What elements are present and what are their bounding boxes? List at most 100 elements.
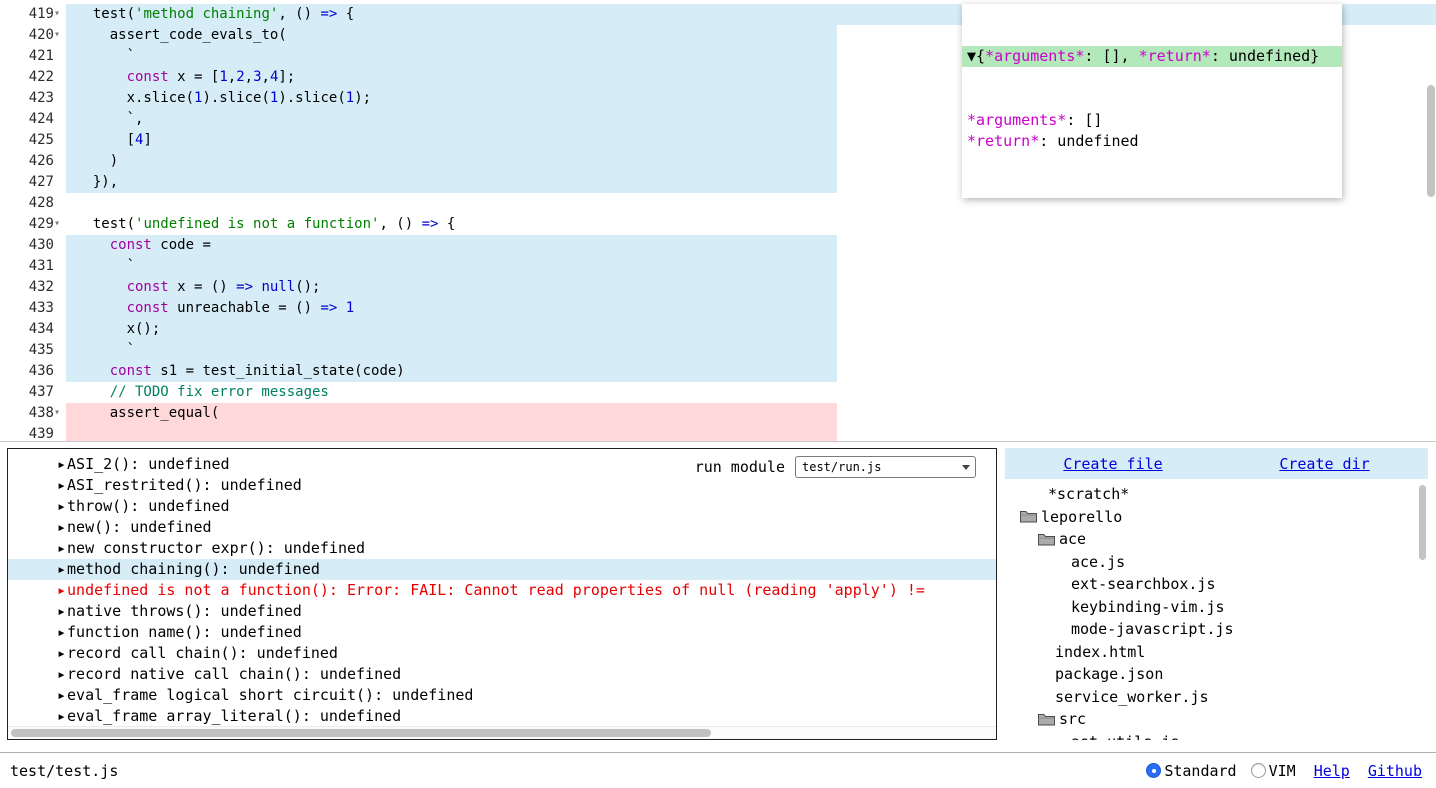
code-line-text[interactable]: `	[66, 340, 1436, 361]
line-number[interactable]: 431	[0, 256, 66, 277]
console-scrollbar-thumb[interactable]	[11, 729, 711, 737]
code-line-text[interactable]: assert_equal(	[66, 403, 1436, 424]
code-line-436[interactable]: 436 const s1 = test_initial_state(code)	[0, 361, 1436, 382]
fold-marker-icon[interactable]: ▾	[54, 403, 66, 424]
code-line-text[interactable]: const unreachable = () => 1	[66, 298, 1436, 319]
code-editor[interactable]: 419▾ test('method chaining', () => {420▾…	[0, 0, 1436, 442]
line-number[interactable]: 435	[0, 340, 66, 361]
code-line-text[interactable]: // TODO fix error messages	[66, 382, 1436, 403]
line-number[interactable]: 420▾	[0, 25, 66, 46]
line-number[interactable]: 430	[0, 235, 66, 256]
create-file-link[interactable]: Create file	[1063, 455, 1162, 473]
expand-triangle-icon[interactable]: ▸	[57, 623, 66, 641]
file-item[interactable]: *scratch*	[1005, 483, 1428, 506]
code-line-text[interactable]: const s1 = test_initial_state(code)	[66, 361, 1436, 382]
expand-triangle-icon[interactable]: ▸	[57, 686, 66, 704]
help-link[interactable]: Help	[1314, 762, 1350, 780]
fold-marker-icon[interactable]: ▾	[54, 4, 66, 25]
expand-triangle-icon[interactable]: ▸	[57, 518, 66, 536]
code-line-430[interactable]: 430 const code =	[0, 235, 1436, 256]
editor-scrollbar[interactable]	[1425, 0, 1436, 442]
line-number[interactable]: 427	[0, 172, 66, 193]
code-line-text[interactable]: `	[66, 256, 1436, 277]
code-line-text[interactable]: const code =	[66, 235, 1436, 256]
file-item[interactable]: mode-javascript.js	[1005, 618, 1428, 641]
expand-triangle-icon[interactable]: ▸	[57, 539, 66, 557]
test-result-row[interactable]: ▸native throws(): undefined	[8, 601, 996, 622]
file-item[interactable]: ast_utils.js	[1005, 731, 1428, 741]
file-item[interactable]: index.html	[1005, 641, 1428, 664]
fold-marker-icon[interactable]: ▾	[54, 25, 66, 46]
expand-triangle-icon[interactable]: ▸	[57, 476, 66, 494]
code-line-437[interactable]: 437 // TODO fix error messages	[0, 382, 1436, 403]
line-number[interactable]: 422	[0, 67, 66, 88]
editor-scrollbar-thumb[interactable]	[1427, 85, 1435, 197]
code-line-429[interactable]: 429▾ test('undefined is not a function',…	[0, 214, 1436, 235]
code-line-text[interactable]: x();	[66, 319, 1436, 340]
expand-triangle-icon[interactable]: ▸	[57, 497, 66, 515]
file-item[interactable]: ext-searchbox.js	[1005, 573, 1428, 596]
fold-marker-icon[interactable]: ▾	[54, 214, 66, 235]
github-link[interactable]: Github	[1368, 762, 1422, 780]
test-result-row[interactable]: ▸undefined is not a function(): Error: F…	[8, 580, 996, 601]
line-number[interactable]: 428	[0, 193, 66, 214]
line-number[interactable]: 438▾	[0, 403, 66, 424]
files-scrollbar-thumb[interactable]	[1419, 485, 1426, 560]
test-result-row[interactable]: ▸throw(): undefined	[8, 496, 996, 517]
radio-unselected-icon[interactable]	[1251, 763, 1266, 778]
test-result-row[interactable]: ▸eval_frame logical short circuit(): und…	[8, 685, 996, 706]
code-line-439[interactable]: 439	[0, 424, 1436, 442]
line-number[interactable]: 433	[0, 298, 66, 319]
code-line-text[interactable]: test('undefined is not a function', () =…	[66, 214, 1436, 235]
line-number[interactable]: 425	[0, 130, 66, 151]
line-number[interactable]: 421	[0, 46, 66, 67]
expand-triangle-icon[interactable]: ▸	[57, 665, 66, 683]
code-line-text[interactable]	[66, 424, 1436, 442]
console-horizontal-scrollbar[interactable]	[8, 726, 996, 739]
expand-triangle-icon[interactable]: ▸	[57, 581, 66, 599]
keybinding-option-vim[interactable]: VIM	[1251, 762, 1296, 780]
test-result-row[interactable]: ▸record call chain(): undefined	[8, 643, 996, 664]
line-number[interactable]: 436	[0, 361, 66, 382]
code-line-438[interactable]: 438▾ assert_equal(	[0, 403, 1436, 424]
code-line-432[interactable]: 432 const x = () => null();	[0, 277, 1436, 298]
folder-item[interactable]: leporello	[1005, 506, 1428, 529]
code-line-431[interactable]: 431 `	[0, 256, 1436, 277]
test-result-row[interactable]: ▸record native call chain(): undefined	[8, 664, 996, 685]
test-result-row[interactable]: ▸function name(): undefined	[8, 622, 996, 643]
file-item[interactable]: service_worker.js	[1005, 686, 1428, 709]
test-result-row[interactable]: ▸new constructor expr(): undefined	[8, 538, 996, 559]
line-number[interactable]: 429▾	[0, 214, 66, 235]
line-number[interactable]: 434	[0, 319, 66, 340]
file-item[interactable]: ace.js	[1005, 551, 1428, 574]
code-line-434[interactable]: 434 x();	[0, 319, 1436, 340]
folder-item[interactable]: ace	[1005, 528, 1428, 551]
test-result-row[interactable]: ▸method chaining(): undefined	[8, 559, 996, 580]
expand-triangle-icon[interactable]: ▸	[57, 644, 66, 662]
folder-item[interactable]: src	[1005, 708, 1428, 731]
files-scrollbar[interactable]	[1417, 448, 1428, 740]
test-result-row[interactable]: ▸eval_frame array_literal(): undefined	[8, 706, 996, 727]
line-number[interactable]: 419▾	[0, 4, 66, 25]
expand-triangle-icon[interactable]: ▸	[57, 602, 66, 620]
line-number[interactable]: 426	[0, 151, 66, 172]
line-number[interactable]: 423	[0, 88, 66, 109]
line-number[interactable]: 432	[0, 277, 66, 298]
keybinding-option-standard[interactable]: Standard	[1146, 762, 1236, 780]
line-number[interactable]: 439	[0, 424, 66, 442]
code-line-435[interactable]: 435 `	[0, 340, 1436, 361]
line-number[interactable]: 424	[0, 109, 66, 130]
file-item[interactable]: package.json	[1005, 663, 1428, 686]
code-line-433[interactable]: 433 const unreachable = () => 1	[0, 298, 1436, 319]
expand-triangle-icon[interactable]: ▸	[57, 560, 66, 578]
line-number[interactable]: 437	[0, 382, 66, 403]
create-dir-link[interactable]: Create dir	[1279, 455, 1369, 473]
radio-selected-icon[interactable]	[1146, 763, 1161, 778]
expand-triangle-icon[interactable]: ▸	[57, 455, 66, 473]
file-item[interactable]: keybinding-vim.js	[1005, 596, 1428, 619]
eval-result-summary[interactable]: ▼{*arguments*: [], *return*: undefined}	[962, 46, 1342, 67]
test-result-row[interactable]: ▸ASI_restrited(): undefined	[8, 475, 996, 496]
test-result-row[interactable]: ▸new(): undefined	[8, 517, 996, 538]
expand-triangle-icon[interactable]: ▸	[57, 707, 66, 725]
code-line-text[interactable]: const x = () => null();	[66, 277, 1436, 298]
